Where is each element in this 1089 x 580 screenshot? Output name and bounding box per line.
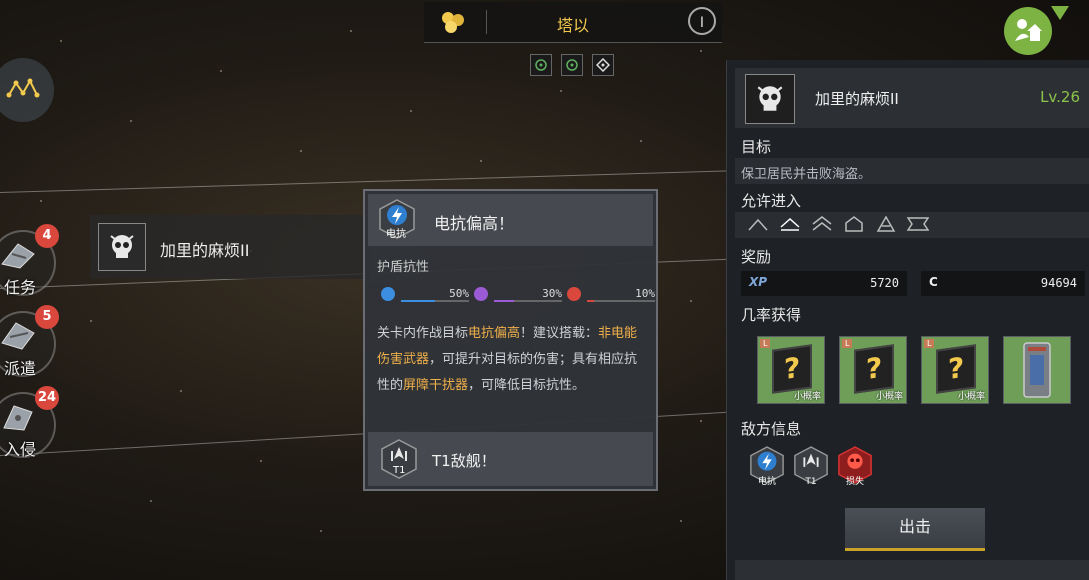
resistance-value: 10% [635,287,655,300]
thermal-resistance: 10% [567,287,655,303]
electric-resistance: 50% [381,287,469,303]
drop-item[interactable] [1003,336,1071,404]
resistance-bar-fill [494,300,515,302]
credit-reward: C 94694 [921,271,1085,296]
resistance-bar-fill [401,300,435,302]
location-bar: 塔以 I [424,2,722,43]
ship-icon [3,405,33,431]
popup-header: 电抗 电抗偏高！ [368,194,653,246]
info-button[interactable]: I [688,7,716,35]
skull-icon [98,223,146,271]
popup-title: 电抗偏高！ [434,214,515,233]
tasks-badge: 4 [35,224,59,248]
entry-title: 允许进入 [741,192,802,210]
mystery-blueprint-icon: ? [936,344,976,394]
loss-tag[interactable]: 损失 [837,445,873,487]
mission-detail-panel: 加里的麻烦II Lv.26 目标 保卫居民并击败海盗。 允许进入 奖励 XP 5… [726,60,1089,580]
ship-class-icon [907,215,929,233]
resistance-value: 30% [542,287,562,300]
resistance-row: 50% 30% 10% [381,287,655,303]
objective-text: 保卫居民并击败海盗。 [741,167,872,182]
ship-icon [1,322,35,350]
side-item-dispatch[interactable]: 5 派遣 [0,305,60,379]
credit-value: 94694 [1040,276,1077,290]
electric-resist-icon: 电抗 [378,199,416,240]
launch-button[interactable]: 出击 [845,508,985,551]
mystery-blueprint-icon: ? [854,344,894,394]
resistance-value: 50% [449,287,469,300]
drop-chance: 小概率 [793,392,821,402]
kinetic-icon [474,287,488,301]
mystery-blueprint-icon: ? [772,344,812,394]
next-mission-entry[interactable] [735,560,1089,580]
rarity-tag: L [924,339,935,348]
module-canister-icon [1023,342,1051,398]
enemy-tier-title: T1敌舰！ [432,452,496,470]
xp-value: 5720 [870,276,899,290]
allowed-ship-classes [747,215,929,233]
drop-item[interactable]: L ? 小概率 [839,336,907,404]
thermal-icon [567,287,581,301]
invasion-badge: 24 [35,386,60,410]
home-button[interactable] [1004,7,1052,55]
status-icons [530,54,614,76]
skull-icon [745,74,795,124]
xp-reward: XP 5720 [741,271,907,296]
tier-icon: T1 [380,439,418,479]
rarity-tag: L [842,339,853,348]
dispatch-badge: 5 [35,305,59,329]
mission-card[interactable]: 加里的麻烦II [90,215,370,279]
drop-item[interactable]: L ? 小概率 [921,336,989,404]
dropdown-arrow-icon[interactable] [1051,6,1069,20]
icon-label: T1 [393,465,406,476]
popup-footer: T1 T1敌舰！ [368,432,653,486]
drop-chance: 小概率 [957,392,985,402]
ship-class-icon [811,215,833,233]
side-item-invasion[interactable]: 24 入侵 [0,386,60,460]
panel-mission-name: 加里的麻烦II [815,90,899,108]
mission-name: 加里的麻烦II [160,241,250,260]
crosshair-icon[interactable] [592,54,614,76]
ship-icon [1,243,35,269]
popup-description: 关卡内作战目标电抗偏高！建议搭载：非电能伤害武器，可提升对目标的伤害；具有相应抗… [377,326,638,393]
kinetic-resistance: 30% [474,287,562,303]
electric-icon [381,287,395,301]
tier-tag[interactable]: T1 [793,445,829,487]
side-item-label: 任务 [4,278,37,297]
radar-icon[interactable] [530,54,552,76]
resistance-popup: 电抗 电抗偏高！ 护盾抗性 50% 30% 10% 关卡内作战目标电抗偏高！建议… [363,189,658,491]
panel-header: 加里的麻烦II Lv.26 [735,68,1089,128]
objective-title: 目标 [741,138,772,156]
drop-item[interactable]: L ? 小概率 [757,336,825,404]
side-item-tasks[interactable]: 4 任务 [0,224,60,298]
ship-class-icon [747,215,769,233]
drop-chance: 小概率 [875,392,903,402]
resistance-bar-fill [587,300,594,302]
ship-class-icon [779,215,801,233]
shield-resistance-title: 护盾抗性 [377,260,430,275]
reward-title: 奖励 [741,248,772,266]
icon-label: 电抗 [386,229,406,240]
xp-label: XP [749,275,768,289]
side-item-label: 派遣 [4,359,37,378]
ship-class-icon [875,215,897,233]
location-title: 塔以 [556,16,589,35]
enemy-tags: 电抗 T1 损失 [749,445,873,487]
credit-label: C [929,275,938,289]
drops-title: 几率获得 [741,306,802,324]
home-icon [1015,19,1042,41]
constellation-icon [6,78,40,98]
side-item-label: 入侵 [4,440,37,459]
ship-class-icon [843,215,865,233]
enemy-info-title: 敌方信息 [741,420,802,438]
electric-resist-tag[interactable]: 电抗 [749,445,785,487]
radar-icon[interactable] [561,54,583,76]
rarity-tag: L [760,339,771,348]
mission-level: Lv.26 [1040,88,1080,106]
